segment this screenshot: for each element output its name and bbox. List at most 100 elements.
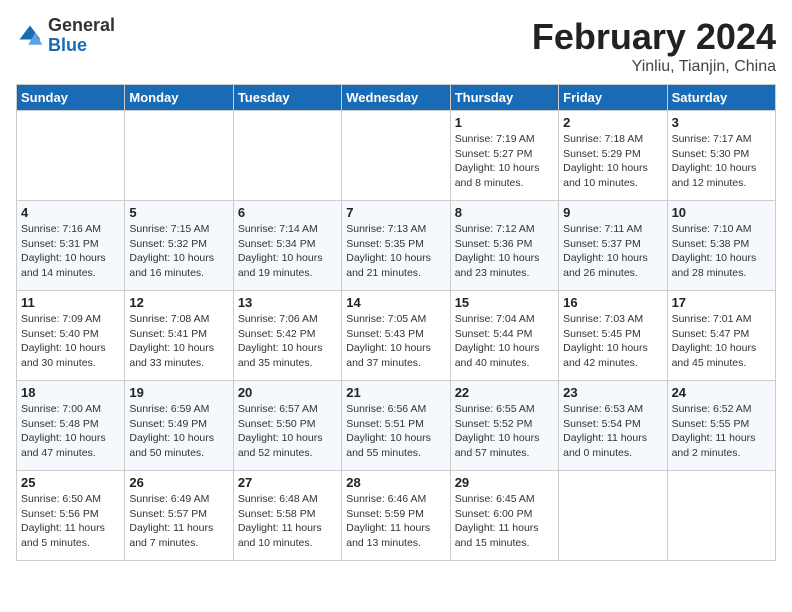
- day-info: Sunrise: 6:59 AMSunset: 5:49 PMDaylight:…: [129, 402, 228, 461]
- day-number: 2: [563, 115, 662, 130]
- weekday-header-thursday: Thursday: [450, 85, 558, 111]
- day-number: 16: [563, 295, 662, 310]
- calendar-cell: 24 Sunrise: 6:52 AMSunset: 5:55 PMDayligh…: [667, 381, 775, 471]
- day-number: 26: [129, 475, 228, 490]
- day-info: Sunrise: 6:57 AMSunset: 5:50 PMDaylight:…: [238, 402, 337, 461]
- weekday-header-wednesday: Wednesday: [342, 85, 450, 111]
- day-number: 1: [455, 115, 554, 130]
- calendar-cell: [125, 111, 233, 201]
- calendar-cell: 16 Sunrise: 7:03 AMSunset: 5:45 PMDayligh…: [559, 291, 667, 381]
- day-number: 22: [455, 385, 554, 400]
- location-text: Yinliu, Tianjin, China: [532, 58, 776, 76]
- day-number: 4: [21, 205, 120, 220]
- day-info: Sunrise: 7:11 AMSunset: 5:37 PMDaylight:…: [563, 222, 662, 281]
- day-number: 23: [563, 385, 662, 400]
- calendar-cell: 23 Sunrise: 6:53 AMSunset: 5:54 PMDayligh…: [559, 381, 667, 471]
- day-info: Sunrise: 6:55 AMSunset: 5:52 PMDaylight:…: [455, 402, 554, 461]
- day-info: Sunrise: 7:13 AMSunset: 5:35 PMDaylight:…: [346, 222, 445, 281]
- month-title: February 2024: [532, 16, 776, 58]
- day-number: 8: [455, 205, 554, 220]
- logo-blue-text: Blue: [48, 36, 115, 56]
- weekday-header-row: SundayMondayTuesdayWednesdayThursdayFrid…: [17, 85, 776, 111]
- calendar-week-4: 18 Sunrise: 7:00 AMSunset: 5:48 PMDayligh…: [17, 381, 776, 471]
- calendar-cell: 25 Sunrise: 6:50 AMSunset: 5:56 PMDayligh…: [17, 471, 125, 561]
- logo-icon: [16, 22, 44, 50]
- day-number: 7: [346, 205, 445, 220]
- calendar-cell: 18 Sunrise: 7:00 AMSunset: 5:48 PMDayligh…: [17, 381, 125, 471]
- calendar-cell: 4 Sunrise: 7:16 AMSunset: 5:31 PMDaylight…: [17, 201, 125, 291]
- calendar-cell: 14 Sunrise: 7:05 AMSunset: 5:43 PMDayligh…: [342, 291, 450, 381]
- day-number: 29: [455, 475, 554, 490]
- day-info: Sunrise: 7:00 AMSunset: 5:48 PMDaylight:…: [21, 402, 120, 461]
- day-info: Sunrise: 6:50 AMSunset: 5:56 PMDaylight:…: [21, 492, 120, 551]
- calendar-week-2: 4 Sunrise: 7:16 AMSunset: 5:31 PMDaylight…: [17, 201, 776, 291]
- calendar-cell: 21 Sunrise: 6:56 AMSunset: 5:51 PMDayligh…: [342, 381, 450, 471]
- calendar-cell: 13 Sunrise: 7:06 AMSunset: 5:42 PMDayligh…: [233, 291, 341, 381]
- day-number: 19: [129, 385, 228, 400]
- calendar-cell: 2 Sunrise: 7:18 AMSunset: 5:29 PMDaylight…: [559, 111, 667, 201]
- day-number: 27: [238, 475, 337, 490]
- day-info: Sunrise: 6:52 AMSunset: 5:55 PMDaylight:…: [672, 402, 771, 461]
- calendar-week-1: 1 Sunrise: 7:19 AMSunset: 5:27 PMDaylight…: [17, 111, 776, 201]
- day-number: 9: [563, 205, 662, 220]
- calendar-cell: [342, 111, 450, 201]
- day-info: Sunrise: 7:16 AMSunset: 5:31 PMDaylight:…: [21, 222, 120, 281]
- day-info: Sunrise: 7:01 AMSunset: 5:47 PMDaylight:…: [672, 312, 771, 371]
- day-number: 24: [672, 385, 771, 400]
- calendar-cell: 3Sunrise: 7:17 AMSunset: 5:30 PMDaylight…: [667, 111, 775, 201]
- day-info: Sunrise: 7:14 AMSunset: 5:34 PMDaylight:…: [238, 222, 337, 281]
- day-info: Sunrise: 7:17 AMSunset: 5:30 PMDaylight:…: [672, 132, 771, 191]
- day-info: Sunrise: 7:08 AMSunset: 5:41 PMDaylight:…: [129, 312, 228, 371]
- page-header: General Blue February 2024 Yinliu, Tianj…: [16, 16, 776, 76]
- calendar-cell: [559, 471, 667, 561]
- day-info: Sunrise: 7:03 AMSunset: 5:45 PMDaylight:…: [563, 312, 662, 371]
- calendar-cell: 17 Sunrise: 7:01 AMSunset: 5:47 PMDayligh…: [667, 291, 775, 381]
- day-info: Sunrise: 7:04 AMSunset: 5:44 PMDaylight:…: [455, 312, 554, 371]
- day-info: Sunrise: 6:53 AMSunset: 5:54 PMDaylight:…: [563, 402, 662, 461]
- calendar-cell: [233, 111, 341, 201]
- calendar-week-5: 25 Sunrise: 6:50 AMSunset: 5:56 PMDayligh…: [17, 471, 776, 561]
- calendar-cell: [17, 111, 125, 201]
- weekday-header-sunday: Sunday: [17, 85, 125, 111]
- weekday-header-saturday: Saturday: [667, 85, 775, 111]
- day-info: Sunrise: 6:46 AMSunset: 5:59 PMDaylight:…: [346, 492, 445, 551]
- day-info: Sunrise: 7:19 AMSunset: 5:27 PMDaylight:…: [455, 132, 554, 191]
- day-info: Sunrise: 6:49 AMSunset: 5:57 PMDaylight:…: [129, 492, 228, 551]
- calendar-cell: 19 Sunrise: 6:59 AMSunset: 5:49 PMDayligh…: [125, 381, 233, 471]
- day-info: Sunrise: 7:18 AMSunset: 5:29 PMDaylight:…: [563, 132, 662, 191]
- day-number: 25: [21, 475, 120, 490]
- day-number: 11: [21, 295, 120, 310]
- day-number: 6: [238, 205, 337, 220]
- calendar-cell: 27Sunrise: 6:48 AMSunset: 5:58 PMDayligh…: [233, 471, 341, 561]
- day-number: 15: [455, 295, 554, 310]
- day-number: 20: [238, 385, 337, 400]
- day-number: 18: [21, 385, 120, 400]
- day-number: 21: [346, 385, 445, 400]
- day-info: Sunrise: 7:15 AMSunset: 5:32 PMDaylight:…: [129, 222, 228, 281]
- calendar-cell: 9 Sunrise: 7:11 AMSunset: 5:37 PMDaylight…: [559, 201, 667, 291]
- logo: General Blue: [16, 16, 115, 56]
- day-info: Sunrise: 7:12 AMSunset: 5:36 PMDaylight:…: [455, 222, 554, 281]
- day-number: 14: [346, 295, 445, 310]
- day-info: Sunrise: 6:56 AMSunset: 5:51 PMDaylight:…: [346, 402, 445, 461]
- calendar-cell: 7 Sunrise: 7:13 AMSunset: 5:35 PMDaylight…: [342, 201, 450, 291]
- calendar-week-3: 11 Sunrise: 7:09 AMSunset: 5:40 PMDayligh…: [17, 291, 776, 381]
- day-info: Sunrise: 6:45 AMSunset: 6:00 PMDaylight:…: [455, 492, 554, 551]
- calendar-cell: 1 Sunrise: 7:19 AMSunset: 5:27 PMDaylight…: [450, 111, 558, 201]
- day-info: Sunrise: 7:10 AMSunset: 5:38 PMDaylight:…: [672, 222, 771, 281]
- calendar-table: SundayMondayTuesdayWednesdayThursdayFrid…: [16, 84, 776, 561]
- calendar-cell: 26 Sunrise: 6:49 AMSunset: 5:57 PMDayligh…: [125, 471, 233, 561]
- calendar-cell: 15 Sunrise: 7:04 AMSunset: 5:44 PMDayligh…: [450, 291, 558, 381]
- calendar-cell: [667, 471, 775, 561]
- day-number: 5: [129, 205, 228, 220]
- day-info: Sunrise: 7:09 AMSunset: 5:40 PMDaylight:…: [21, 312, 120, 371]
- day-number: 17: [672, 295, 771, 310]
- day-number: 13: [238, 295, 337, 310]
- calendar-cell: 22 Sunrise: 6:55 AMSunset: 5:52 PMDayligh…: [450, 381, 558, 471]
- logo-general-text: General: [48, 16, 115, 36]
- calendar-cell: 12Sunrise: 7:08 AMSunset: 5:41 PMDayligh…: [125, 291, 233, 381]
- calendar-cell: 6 Sunrise: 7:14 AMSunset: 5:34 PMDaylight…: [233, 201, 341, 291]
- calendar-cell: 29 Sunrise: 6:45 AMSunset: 6:00 PMDayligh…: [450, 471, 558, 561]
- day-info: Sunrise: 7:06 AMSunset: 5:42 PMDaylight:…: [238, 312, 337, 371]
- day-info: Sunrise: 7:05 AMSunset: 5:43 PMDaylight:…: [346, 312, 445, 371]
